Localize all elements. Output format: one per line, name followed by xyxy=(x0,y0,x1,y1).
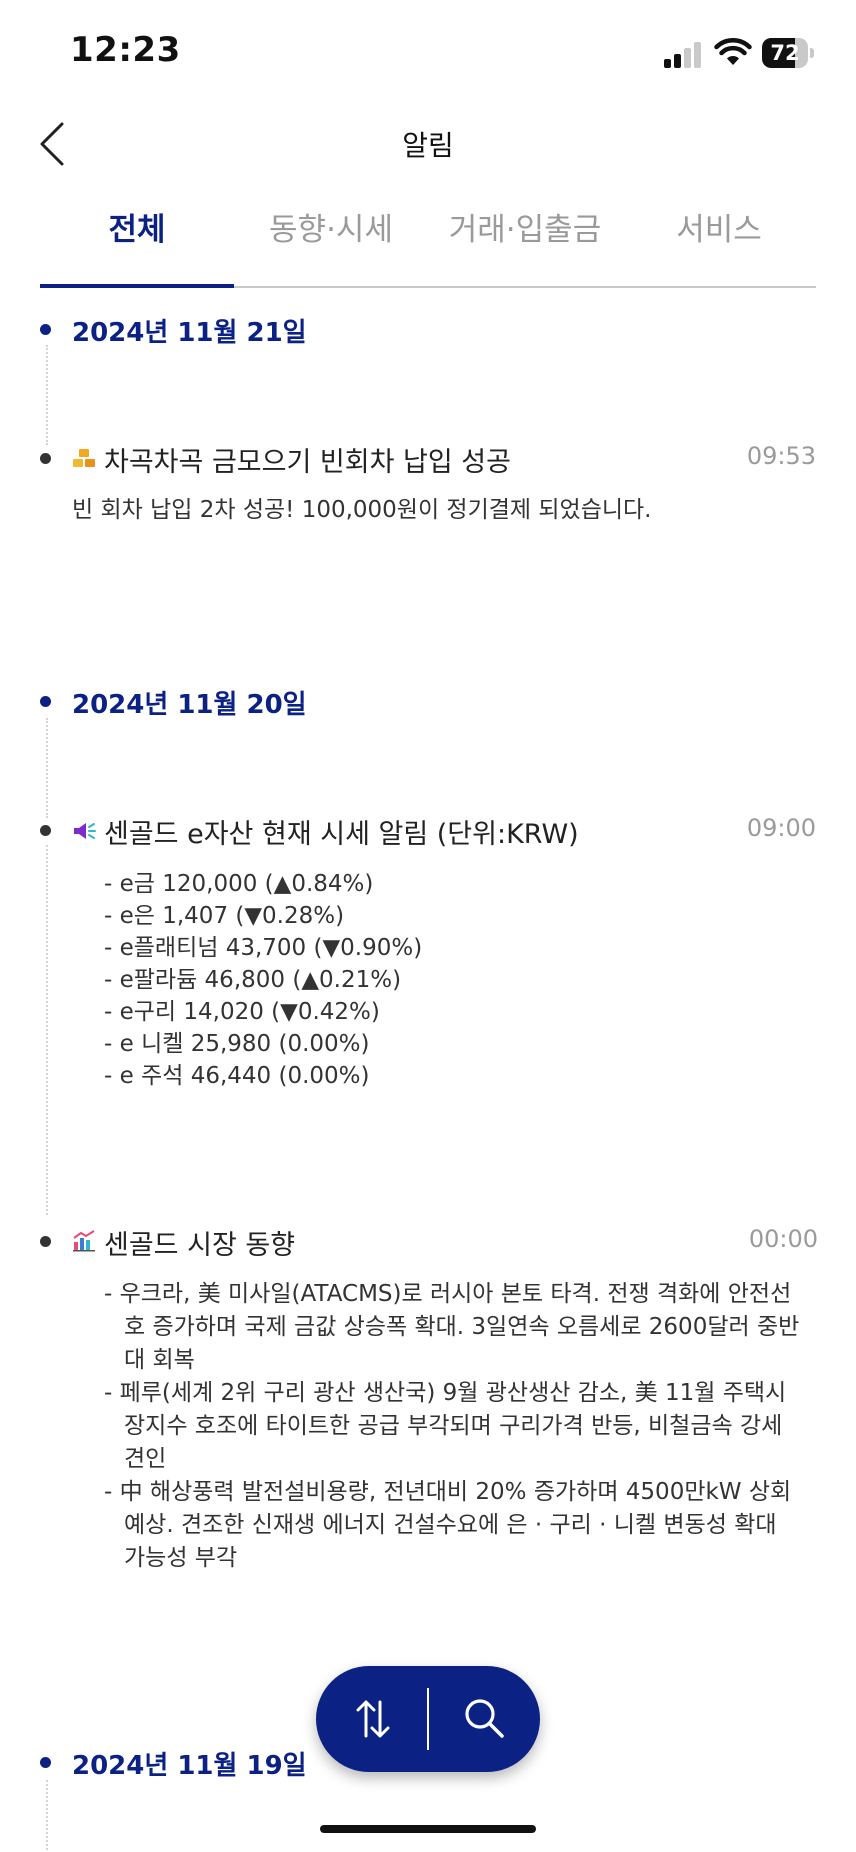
notification-title[interactable]: 센골드 e자산 현재 시세 알림 (단위:KRW) xyxy=(104,812,579,851)
timeline-guide xyxy=(46,1780,48,1850)
notification-time: 00:00 xyxy=(748,1225,818,1253)
sort-arrows-icon xyxy=(356,1700,390,1738)
timeline-item-dot xyxy=(40,825,51,836)
timeline-guide xyxy=(46,718,48,818)
date-header: 2024년 11월 21일 xyxy=(72,318,307,348)
tab-trades-deposits[interactable]: 거래·입출금 xyxy=(428,205,622,255)
timeline-item-dot xyxy=(40,1236,51,1247)
battery-icon: 72 xyxy=(762,38,814,68)
tab-trends-prices[interactable]: 동향·시세 xyxy=(234,205,428,255)
market-news-list: - 우크라, 美 미사일(ATACMS)로 러시아 본토 타격. 전쟁 격화에 … xyxy=(104,1278,804,1575)
floating-action-bar xyxy=(316,1666,540,1772)
timeline-guide xyxy=(46,345,48,445)
timeline-date-dot xyxy=(40,324,51,335)
tab-all[interactable]: 전체 xyxy=(40,205,234,255)
tab-services[interactable]: 서비스 xyxy=(622,205,816,255)
price-line: - e 니켈 25,980 (0.00%) xyxy=(104,1031,370,1057)
price-line: - e팔라듐 46,800 (▲0.21%) xyxy=(104,967,402,993)
notification-body: 빈 회차 납입 2차 성공! 100,000원이 정기결제 되었습니다. xyxy=(72,497,652,523)
page-title: 알림 xyxy=(402,129,454,162)
date-header: 2024년 11월 19일 xyxy=(72,1751,307,1781)
battery-level: 72 xyxy=(770,41,800,65)
tab-active-indicator xyxy=(40,284,234,288)
notification-title[interactable]: 차곡차곡 금모으기 빈회차 납입 성공 xyxy=(104,440,511,479)
notification-time: 09:53 xyxy=(746,442,816,470)
price-line: - e 주석 46,440 (0.00%) xyxy=(104,1063,370,1089)
timeline-date-dot xyxy=(40,1757,51,1768)
price-line: - e은 1,407 (▼0.28%) xyxy=(104,903,345,929)
date-header: 2024년 11월 20일 xyxy=(72,690,307,720)
chart-icon xyxy=(73,1230,95,1252)
sort-button[interactable] xyxy=(316,1666,428,1772)
wifi-icon xyxy=(714,37,752,65)
cellular-signal-icon xyxy=(664,40,704,68)
price-list: - e금 120,000 (▲0.84%) - e은 1,407 (▼0.28%… xyxy=(104,868,422,1092)
timeline-guide xyxy=(46,845,48,1215)
price-line: - e플래티넘 43,700 (▼0.90%) xyxy=(104,935,423,961)
price-line: - e금 120,000 (▲0.84%) xyxy=(104,871,374,897)
news-item: - 우크라, 美 미사일(ATACMS)로 러시아 본토 타격. 전쟁 격화에 … xyxy=(104,1281,800,1373)
megaphone-icon xyxy=(74,823,96,839)
news-item: - 中 해상풍력 발전설비용량, 전년대비 20% 증가하며 4500만kW 상… xyxy=(104,1479,792,1571)
status-time: 12:23 xyxy=(70,30,181,70)
gold-bars-icon xyxy=(73,449,95,467)
search-button[interactable] xyxy=(428,1666,540,1772)
notification-time: 09:00 xyxy=(746,814,816,842)
home-indicator xyxy=(320,1825,536,1833)
timeline-date-dot xyxy=(40,696,51,707)
search-icon xyxy=(465,1699,504,1738)
notification-title[interactable]: 센골드 시장 동향 xyxy=(104,1223,295,1262)
timeline-item-dot xyxy=(40,453,51,464)
price-line: - e구리 14,020 (▼0.42%) xyxy=(104,999,380,1025)
news-item: - 페루(세계 2위 구리 광산 생산국) 9월 광산생산 감소, 美 11월 … xyxy=(104,1380,787,1472)
